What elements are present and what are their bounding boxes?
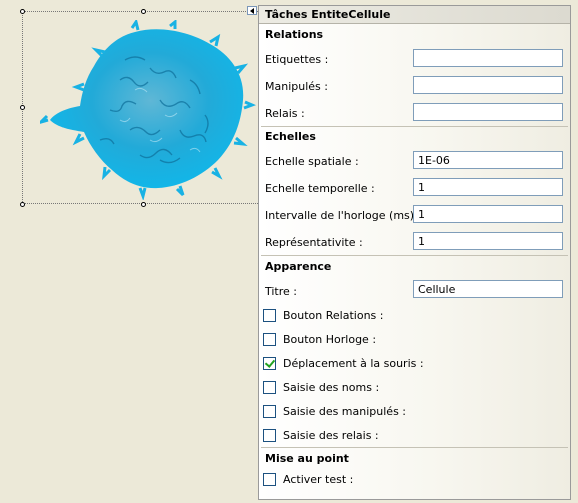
resize-handle-top-middle[interactable] (141, 9, 146, 14)
resize-handle-middle-left[interactable] (20, 105, 25, 110)
relais-label: Relais : (265, 107, 305, 120)
resize-handle-top-left[interactable] (20, 9, 25, 14)
checkbox-label: Saisie des relais : (283, 428, 379, 442)
section-divider (261, 126, 568, 127)
cell-image[interactable] (40, 20, 260, 200)
saisie-manipules-checkbox[interactable] (263, 404, 276, 418)
deplacement-souris-checkbox-row[interactable]: Déplacement à la souris : (263, 356, 424, 370)
checkbox-label: Bouton Horloge : (283, 332, 377, 346)
etiquettes-field[interactable] (413, 49, 563, 67)
echelle-temporelle-field[interactable] (413, 178, 563, 196)
manipules-field[interactable] (413, 76, 563, 94)
echelle-spatiale-field[interactable] (413, 151, 563, 169)
titre-label: Titre : (265, 285, 298, 298)
echelle-spatiale-label: Echelle spatiale : (265, 155, 359, 168)
titre-field[interactable] (413, 280, 563, 298)
relais-field[interactable] (413, 103, 563, 121)
bouton-relations-checkbox[interactable] (263, 308, 276, 322)
section-title-apparence: Apparence (265, 260, 332, 273)
saisie-relais-checkbox[interactable] (263, 428, 276, 442)
intervalle-horloge-field[interactable] (413, 205, 563, 223)
echelle-temporelle-label: Echelle temporelle : (265, 182, 375, 195)
deplacement-souris-checkbox[interactable] (263, 356, 276, 370)
activer-test-checkbox[interactable] (263, 472, 276, 486)
smart-tag-arrow-icon[interactable] (247, 6, 257, 15)
resize-handle-bottom-left[interactable] (20, 202, 25, 207)
checkbox-label: Activer test : (283, 472, 354, 486)
etiquettes-label: Etiquettes : (265, 53, 329, 66)
section-title-relations: Relations (265, 28, 324, 41)
section-title-echelles: Echelles (265, 130, 316, 143)
panel-title: Tâches EntiteCellule (259, 6, 570, 24)
checkbox-label: Saisie des manipulés : (283, 404, 407, 418)
bouton-relations-checkbox-row[interactable]: Bouton Relations : (263, 308, 383, 322)
resize-handle-bottom-middle[interactable] (141, 202, 146, 207)
activer-test-checkbox-row[interactable]: Activer test : (263, 472, 353, 486)
representativite-field[interactable] (413, 232, 563, 250)
bouton-horloge-checkbox-row[interactable]: Bouton Horloge : (263, 332, 376, 346)
bouton-horloge-checkbox[interactable] (263, 332, 276, 346)
saisie-noms-checkbox-row[interactable]: Saisie des noms : (263, 380, 379, 394)
manipules-label: Manipulés : (265, 80, 328, 93)
tasks-panel: Tâches EntiteCellule Relations Etiquette… (258, 5, 571, 500)
representativite-label: Représentativite : (265, 236, 363, 249)
checkbox-label: Saisie des noms : (283, 380, 380, 394)
section-title-mise-au-point: Mise au point (265, 452, 349, 465)
checkbox-label: Déplacement à la souris : (283, 356, 424, 370)
section-divider (261, 255, 568, 256)
intervalle-horloge-label: Intervalle de l'horloge (ms) : (265, 209, 422, 222)
saisie-manipules-checkbox-row[interactable]: Saisie des manipulés : (263, 404, 406, 418)
saisie-noms-checkbox[interactable] (263, 380, 276, 394)
section-divider (261, 447, 568, 448)
saisie-relais-checkbox-row[interactable]: Saisie des relais : (263, 428, 379, 442)
designer-canvas (0, 0, 264, 503)
checkbox-label: Bouton Relations : (283, 308, 384, 322)
